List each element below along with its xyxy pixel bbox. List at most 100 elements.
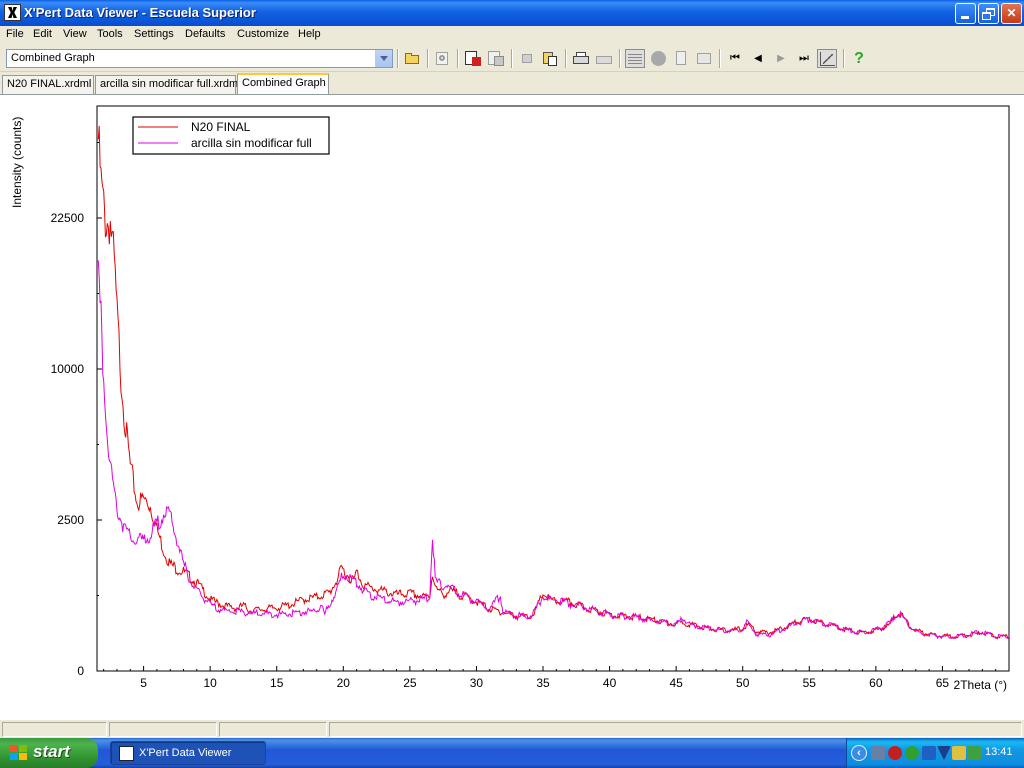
start-label: start	[33, 742, 70, 761]
chart-panel: 5 10 15 20 25 30 35 40 45 50 55 60 65 0 2500 10000 22500…	[0, 94, 1024, 719]
status-pane	[109, 722, 217, 737]
menu-settings[interactable]: Settings	[134, 28, 174, 40]
update-icon[interactable]	[922, 746, 936, 760]
status-pane	[219, 722, 327, 737]
plot-frame	[96, 105, 1010, 672]
series-line-arcilla	[97, 260, 1009, 640]
menu-tools[interactable]: Tools	[97, 28, 123, 40]
print-icon[interactable]	[571, 49, 591, 68]
toolbar-separator	[843, 49, 845, 68]
task-label: X'Pert Data Viewer	[139, 747, 232, 759]
start-button[interactable]: start	[0, 738, 98, 768]
antivirus-icon[interactable]	[905, 746, 919, 760]
print-preview-icon[interactable]	[594, 49, 614, 68]
paste-icon[interactable]	[540, 49, 560, 68]
document-icon[interactable]	[671, 49, 691, 68]
app-icon	[119, 746, 134, 761]
open-folder-icon[interactable]	[402, 49, 422, 68]
taskbar: start X'Pert Data Viewer ‹ 13:41	[0, 738, 1024, 768]
window-title: X'Pert Data Viewer - Escuela Superior	[24, 5, 256, 20]
menu-customize[interactable]: Customize	[237, 28, 289, 40]
title-bar: X'Pert Data Viewer - Escuela Superior ✕	[0, 0, 1024, 26]
status-pane	[2, 722, 107, 737]
y-tick-label: 22500	[51, 211, 85, 225]
menu-edit[interactable]: Edit	[33, 28, 52, 40]
toolbar-separator	[565, 49, 567, 68]
chevron-left-icon[interactable]: ‹	[851, 745, 867, 761]
x-tick-label: 40	[603, 676, 617, 690]
x-tick-label: 60	[869, 676, 883, 690]
document-tabs: N20 FINAL.xrdml arcilla sin modificar fu…	[0, 72, 1024, 94]
graph-copy-icon[interactable]	[486, 49, 506, 68]
tab-n20-final[interactable]: N20 FINAL.xrdml	[2, 75, 94, 94]
close-button[interactable]: ✕	[1001, 3, 1022, 24]
series-line-n20-final	[97, 125, 1009, 640]
taskbar-item-xpert[interactable]: X'Pert Data Viewer	[110, 741, 266, 765]
grid-icon[interactable]	[625, 49, 645, 68]
menu-file[interactable]: File	[6, 28, 24, 40]
copy-icon[interactable]	[517, 49, 537, 68]
previous-icon[interactable]: ◀	[748, 49, 768, 68]
chevron-down-icon[interactable]	[375, 50, 392, 67]
shield-icon[interactable]	[937, 746, 951, 760]
graph-select[interactable]: Combined Graph	[6, 49, 393, 68]
legend-label: N20 FINAL	[191, 120, 251, 134]
x-tick-label: 25	[403, 676, 417, 690]
graph-add-icon[interactable]	[463, 49, 483, 68]
status-bar	[0, 719, 1024, 738]
help-icon[interactable]: ?	[849, 49, 869, 68]
series	[97, 125, 1009, 640]
device-icon[interactable]	[967, 746, 981, 760]
tab-arcilla[interactable]: arcilla sin modificar full.xrdml	[95, 75, 241, 94]
menu-defaults[interactable]: Defaults	[185, 28, 225, 40]
axes: 5 10 15 20 25 30 35 40 45 50 55 60 65 0 2500 10000 22500…	[10, 117, 1007, 692]
x-tick-label: 50	[736, 676, 750, 690]
plot-area	[96, 105, 1010, 672]
y-axis-label: Intensity (counts)	[10, 117, 24, 208]
toolbar: Combined Graph ⏮ ◀ ▶ ⏭ ?	[0, 45, 1024, 72]
clock: 13:41	[985, 746, 1013, 758]
toolbar-separator	[619, 49, 621, 68]
network-icon[interactable]	[871, 746, 885, 760]
security-icon[interactable]	[888, 746, 902, 760]
status-pane	[329, 722, 1022, 737]
x-tick-label: 30	[470, 676, 484, 690]
xrd-chart[interactable]: 5 10 15 20 25 30 35 40 45 50 55 60 65 0 2500 10000 22500…	[0, 95, 1024, 720]
x-tick-label: 20	[337, 676, 351, 690]
peak-icon[interactable]	[817, 49, 837, 68]
x-tick-label: 55	[803, 676, 817, 690]
vpn-icon[interactable]	[952, 746, 966, 760]
menu-bar: File Edit View Tools Settings Defaults C…	[0, 26, 1024, 45]
restore-button[interactable]	[978, 3, 999, 24]
legend-label: arcilla sin modificar full	[191, 136, 312, 150]
legend: N20 FINAL arcilla sin modificar full	[132, 116, 330, 155]
first-icon[interactable]: ⏮	[725, 49, 745, 68]
tab-combined-graph[interactable]: Combined Graph	[237, 73, 329, 94]
toolbar-separator	[457, 49, 459, 68]
list-icon[interactable]	[694, 49, 714, 68]
system-tray: ‹ 13:41	[846, 738, 1024, 768]
circle-icon[interactable]	[648, 49, 668, 68]
menu-help[interactable]: Help	[298, 28, 321, 40]
menu-view[interactable]: View	[63, 28, 87, 40]
toolbar-separator	[397, 49, 399, 68]
toolbar-separator	[719, 49, 721, 68]
y-tick-label: 0	[77, 664, 84, 678]
toolbar-separator	[427, 49, 429, 68]
x-tick-label: 35	[536, 676, 550, 690]
toolbar-separator	[511, 49, 513, 68]
y-tick-label: 2500	[57, 513, 84, 527]
refresh-icon[interactable]	[432, 49, 452, 68]
y-tick-label: 10000	[51, 362, 85, 376]
x-axis-label: 2Theta (°)	[954, 678, 1007, 692]
next-icon[interactable]: ▶	[771, 49, 791, 68]
minimize-button[interactable]	[955, 3, 976, 24]
x-tick-label: 65	[936, 676, 950, 690]
x-tick-label: 45	[669, 676, 683, 690]
x-tick-label: 10	[203, 676, 217, 690]
last-icon[interactable]: ⏭	[794, 49, 814, 68]
windows-logo-icon	[10, 745, 28, 761]
app-icon[interactable]	[4, 4, 21, 21]
x-tick-label: 5	[140, 676, 147, 690]
graph-select-value: Combined Graph	[11, 52, 95, 64]
